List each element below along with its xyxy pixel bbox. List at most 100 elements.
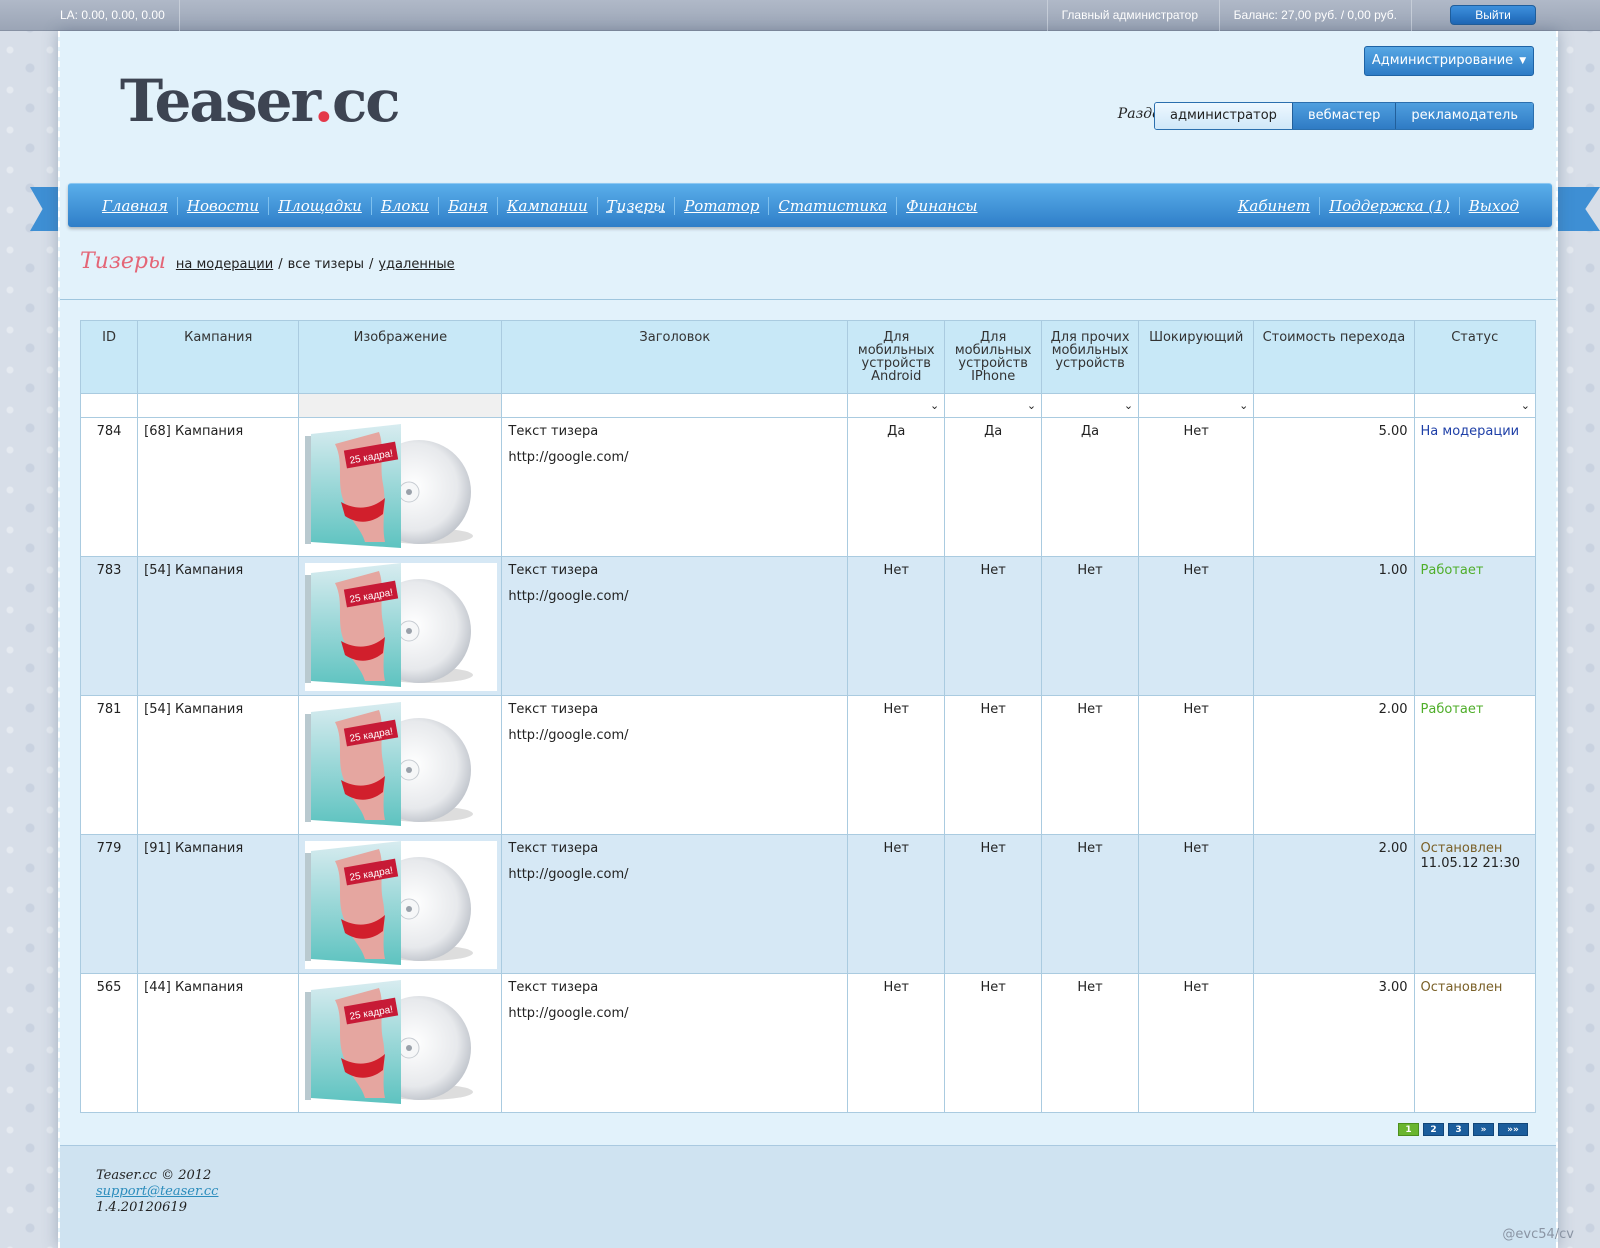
- section-tab-admin[interactable]: администратор: [1155, 103, 1292, 129]
- filter-deleted-link[interactable]: удаленные: [378, 257, 454, 272]
- cell-iphone: Нет: [944, 973, 1043, 1113]
- cell-headline[interactable]: Текст тизера http://google.com/: [501, 695, 849, 835]
- status-badge: Остановлен: [1420, 841, 1503, 856]
- divider: [60, 299, 1556, 300]
- section-tab-advertiser[interactable]: рекламодатель: [1395, 103, 1533, 129]
- filter-other-mobile-select[interactable]: ⌄: [1041, 393, 1140, 418]
- column-header-id[interactable]: ID: [79, 320, 139, 394]
- teaser-url[interactable]: http://google.com/: [508, 867, 841, 882]
- column-header-other-mobile[interactable]: Для прочих мобильных устройств: [1041, 320, 1140, 394]
- teaser-thumbnail[interactable]: 25 кадра!: [305, 563, 498, 691]
- filter-status-select[interactable]: ⌄: [1413, 393, 1537, 418]
- filter-price-input[interactable]: [1253, 393, 1415, 418]
- table-row[interactable]: 781 [54] Кампания 25 кадра! Текст тизера…: [79, 695, 1537, 835]
- nav-rotator[interactable]: Ротатор: [674, 197, 768, 215]
- filter-moderation-link[interactable]: на модерации: [176, 257, 273, 272]
- cell-price: 2.00: [1253, 695, 1415, 835]
- watermark: @evc54/cv: [1502, 1227, 1574, 1242]
- nav-campaigns[interactable]: Кампании: [496, 197, 597, 215]
- column-header-iphone[interactable]: Для мобильных устройств IPhone: [944, 320, 1043, 394]
- filter-image-disabled: [298, 393, 503, 418]
- filter-android-select[interactable]: ⌄: [847, 393, 946, 418]
- cell-campaign[interactable]: [68] Кампания: [137, 417, 300, 557]
- cell-other-mobile: Нет: [1041, 973, 1140, 1113]
- cell-campaign[interactable]: [54] Кампания: [137, 695, 300, 835]
- nav-banya[interactable]: Баня: [438, 197, 497, 215]
- cell-headline[interactable]: Текст тизера http://google.com/: [501, 973, 849, 1113]
- nav-teasers[interactable]: Тизеры: [596, 197, 675, 215]
- cell-price: 2.00: [1253, 834, 1415, 974]
- chevron-down-icon[interactable]: ⌄: [1124, 399, 1133, 412]
- cell-headline[interactable]: Текст тизера http://google.com/: [501, 834, 849, 974]
- cell-shocking: Нет: [1138, 973, 1255, 1113]
- filter-headline-input[interactable]: [501, 393, 849, 418]
- chevron-down-icon[interactable]: ⌄: [930, 399, 939, 412]
- column-header-shocking[interactable]: Шокирующий: [1138, 320, 1255, 394]
- teaser-thumbnail[interactable]: 25 кадра!: [305, 980, 498, 1108]
- column-header-image: Изображение: [298, 320, 503, 394]
- teaser-thumbnail[interactable]: 25 кадра!: [305, 424, 498, 552]
- nav-support[interactable]: Поддержка (1): [1319, 197, 1459, 215]
- cell-campaign[interactable]: [54] Кампания: [137, 556, 300, 696]
- nav-exit[interactable]: Выход: [1458, 197, 1528, 215]
- section-tab-webmaster[interactable]: вебмастер: [1291, 103, 1396, 129]
- cell-headline[interactable]: Текст тизера http://google.com/: [501, 417, 849, 557]
- cell-price: 5.00: [1253, 417, 1415, 557]
- page-2-button[interactable]: 2: [1423, 1123, 1444, 1136]
- chevron-down-icon[interactable]: ⌄: [1239, 399, 1248, 412]
- account-balance: Баланс: 27,00 руб. / 0,00 руб.: [1218, 0, 1412, 31]
- table-row[interactable]: 565 [44] Кампания 25 кадра! Текст тизера…: [79, 973, 1537, 1113]
- cell-image: 25 кадра!: [298, 834, 503, 974]
- teaser-url[interactable]: http://google.com/: [508, 450, 841, 465]
- table-row[interactable]: 779 [91] Кампания 25 кадра! Текст тизера…: [79, 834, 1537, 974]
- nav-blocks[interactable]: Блоки: [370, 197, 438, 215]
- nav-cabinet[interactable]: Кабинет: [1229, 197, 1319, 215]
- cell-headline[interactable]: Текст тизера http://google.com/: [501, 556, 849, 696]
- teaser-thumbnail[interactable]: 25 кадра!: [305, 841, 498, 969]
- table-row[interactable]: 784 [68] Кампания 25 кадра! Текст тизера…: [79, 417, 1537, 557]
- column-header-status[interactable]: Статус: [1413, 320, 1537, 394]
- nav-sites[interactable]: Площадки: [268, 197, 371, 215]
- disc-hole: [406, 1045, 413, 1051]
- cell-shocking: Нет: [1138, 834, 1255, 974]
- next-page-button[interactable]: »: [1473, 1123, 1494, 1136]
- filter-id-input[interactable]: [79, 393, 139, 418]
- page-1-button[interactable]: 1: [1398, 1123, 1419, 1136]
- cell-id: 565: [79, 973, 139, 1113]
- cover-edge: [305, 575, 312, 683]
- filter-campaign-input[interactable]: [137, 393, 300, 418]
- cell-campaign[interactable]: [44] Кампания: [137, 973, 300, 1113]
- support-email-link[interactable]: support@teaser.cc: [96, 1184, 218, 1199]
- status-badge: Работает: [1420, 563, 1484, 578]
- last-page-button[interactable]: »»: [1498, 1123, 1528, 1136]
- nav-home[interactable]: Главная: [93, 197, 177, 215]
- chevron-down-icon[interactable]: ⌄: [1027, 399, 1036, 412]
- cell-campaign[interactable]: [91] Кампания: [137, 834, 300, 974]
- filter-shocking-select[interactable]: ⌄: [1138, 393, 1255, 418]
- teaser-thumbnail[interactable]: 25 кадра!: [305, 702, 498, 830]
- administration-dropdown[interactable]: Администрирование ▼: [1364, 46, 1534, 76]
- logo[interactable]: Teaser.cc: [120, 67, 401, 135]
- logout-button[interactable]: Выйти: [1450, 5, 1536, 25]
- table-row[interactable]: 783 [54] Кампания 25 кадра! Текст тизера…: [79, 556, 1537, 696]
- nav-news[interactable]: Новости: [176, 197, 268, 215]
- column-header-price[interactable]: Стоимость перехода: [1253, 320, 1415, 394]
- teaser-url[interactable]: http://google.com/: [508, 589, 841, 604]
- page-3-button[interactable]: 3: [1448, 1123, 1469, 1136]
- nav-statistics[interactable]: Статистика: [768, 197, 896, 215]
- teaser-url[interactable]: http://google.com/: [508, 1006, 841, 1021]
- chevron-down-icon[interactable]: ⌄: [1521, 399, 1530, 412]
- filter-iphone-select[interactable]: ⌄: [944, 393, 1043, 418]
- cell-iphone: Нет: [944, 695, 1043, 835]
- cover-edge: [305, 992, 312, 1100]
- column-header-campaign[interactable]: Кампания: [137, 320, 300, 394]
- cell-other-mobile: Да: [1041, 417, 1140, 557]
- column-header-android[interactable]: Для мобильных устройств Android: [847, 320, 946, 394]
- column-header-headline[interactable]: Заголовок: [501, 320, 849, 394]
- filter-all-current: все тизеры: [287, 257, 364, 272]
- teaser-url[interactable]: http://google.com/: [508, 728, 841, 743]
- ribbon-tail-right: [1558, 187, 1600, 231]
- nav-finance[interactable]: Финансы: [896, 197, 986, 215]
- main-sheet: Teaser.cc Администрирование ▼ Раздел: адм…: [58, 31, 1558, 1248]
- table-filter-row: ⌄ ⌄ ⌄ ⌄ ⌄: [79, 393, 1537, 418]
